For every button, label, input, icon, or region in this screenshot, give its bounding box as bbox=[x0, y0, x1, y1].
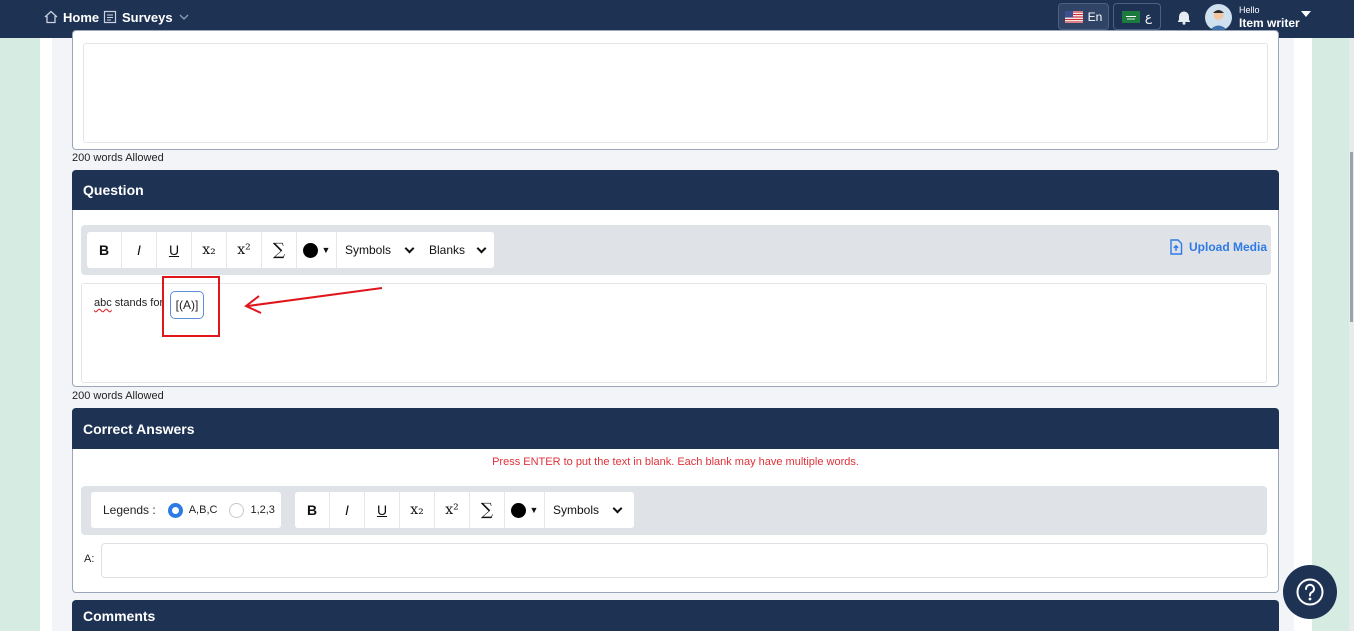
dropdown-triangle-icon: ▼ bbox=[321, 245, 331, 255]
legend-option-123[interactable]: 1,2,3 bbox=[229, 502, 275, 518]
comments-header: Comments bbox=[72, 600, 1279, 631]
language-en-button[interactable]: En bbox=[1058, 3, 1109, 30]
upload-file-icon bbox=[1170, 239, 1183, 255]
nav-home-label: Home bbox=[63, 9, 100, 25]
comments-header-title: Comments bbox=[83, 607, 156, 624]
legends-label: Legends : bbox=[103, 503, 156, 517]
symbols-dropdown[interactable]: Symbols bbox=[337, 232, 421, 268]
radio-unselected-icon[interactable] bbox=[229, 502, 245, 518]
question-header: Question bbox=[72, 170, 1279, 210]
bell-icon[interactable] bbox=[1176, 9, 1192, 25]
language-en-label: En bbox=[1087, 9, 1103, 24]
underline-button[interactable]: U bbox=[365, 492, 400, 528]
color-swatch-icon bbox=[510, 502, 526, 518]
subscript-button[interactable]: x₂ bbox=[192, 232, 227, 268]
user-menu-caret-icon[interactable] bbox=[1301, 11, 1311, 17]
legend-option-abc[interactable]: A,B,C bbox=[167, 502, 218, 518]
language-ar-label: ع bbox=[1144, 9, 1153, 24]
scrollbar[interactable] bbox=[1349, 38, 1354, 631]
radio-selected-icon[interactable] bbox=[167, 502, 183, 518]
sum-symbol-button[interactable]: ∑ bbox=[470, 492, 505, 528]
us-flag-icon bbox=[1064, 10, 1083, 23]
answer-a-input[interactable] bbox=[101, 543, 1268, 578]
upload-media-label: Upload Media bbox=[1189, 240, 1268, 254]
survey-icon bbox=[103, 10, 117, 24]
question-word-limit-note: 200 words Allowed bbox=[72, 390, 164, 402]
nav-surveys[interactable]: Surveys bbox=[103, 0, 194, 34]
nav-home[interactable]: Home bbox=[44, 0, 99, 34]
legend-option-abc-label: A,B,C bbox=[188, 504, 218, 516]
user-avatar-icon bbox=[1209, 10, 1228, 31]
greeting-text: Hello bbox=[1239, 5, 1260, 15]
blanks-dropdown[interactable]: Blanks bbox=[421, 232, 493, 268]
superscript-button[interactable]: x² bbox=[435, 492, 470, 528]
help-question-icon bbox=[1296, 578, 1324, 606]
question-header-title: Question bbox=[83, 182, 144, 198]
text-color-picker[interactable]: ▼ bbox=[505, 492, 545, 528]
answers-formatting-toolbar: B I U x₂ x² ∑ ▼ Symbols bbox=[295, 492, 634, 528]
language-ar-button[interactable]: ع bbox=[1113, 3, 1161, 30]
symbols-dropdown-label: Symbols bbox=[345, 243, 392, 257]
avatar[interactable] bbox=[1205, 4, 1232, 31]
previous-section-box bbox=[72, 30, 1279, 150]
italic-button[interactable]: I bbox=[122, 232, 157, 268]
chevron-down-icon bbox=[404, 243, 415, 253]
legend-option-123-label: 1,2,3 bbox=[250, 504, 275, 516]
superscript-button[interactable]: x² bbox=[227, 232, 262, 268]
chevron-down-icon bbox=[476, 243, 487, 253]
sum-symbol-button[interactable]: ∑ bbox=[262, 232, 297, 268]
question-formatting-toolbar: B I U x₂ x² ∑ ▼ Symbols Blanks bbox=[87, 232, 494, 268]
bold-button[interactable]: B bbox=[295, 492, 330, 528]
symbols-dropdown[interactable]: Symbols bbox=[545, 492, 629, 528]
word-limit-note: 200 words Allowed bbox=[72, 152, 164, 164]
chevron-down-icon bbox=[612, 503, 623, 513]
blank-instruction-text: Press ENTER to put the text in blank. Ea… bbox=[492, 456, 859, 468]
chevron-down-icon bbox=[179, 14, 189, 20]
misspelled-word: abc bbox=[94, 297, 112, 309]
dropdown-triangle-icon: ▼ bbox=[529, 505, 539, 515]
blanks-dropdown-label: Blanks bbox=[429, 243, 466, 257]
answer-a-label: A: bbox=[84, 553, 95, 565]
question-text: abc stands for bbox=[94, 297, 163, 309]
home-icon bbox=[44, 10, 58, 24]
nav-surveys-label: Surveys bbox=[122, 9, 173, 25]
saudi-flag-icon bbox=[1121, 10, 1140, 23]
text-color-picker[interactable]: ▼ bbox=[297, 232, 337, 268]
scrollbar-thumb[interactable] bbox=[1350, 152, 1353, 322]
user-name[interactable]: Item writer bbox=[1239, 16, 1300, 30]
legends-selector: Legends : A,B,C 1,2,3 bbox=[91, 492, 281, 528]
correct-answers-header-title: Correct Answers bbox=[83, 420, 195, 437]
question-text-rest: stands for bbox=[111, 297, 164, 309]
annotation-highlight-box bbox=[162, 276, 220, 337]
subscript-button[interactable]: x₂ bbox=[400, 492, 435, 528]
color-swatch-icon bbox=[302, 242, 318, 258]
annotation-arrow-icon bbox=[244, 287, 383, 314]
upload-media-button[interactable]: Upload Media bbox=[1169, 239, 1267, 255]
italic-button[interactable]: I bbox=[330, 492, 365, 528]
bold-button[interactable]: B bbox=[87, 232, 122, 268]
help-button[interactable] bbox=[1283, 565, 1337, 619]
symbols-dropdown-label: Symbols bbox=[553, 503, 600, 517]
underline-button[interactable]: U bbox=[157, 232, 192, 268]
previous-text-editor[interactable] bbox=[83, 43, 1268, 143]
correct-answers-header: Correct Answers bbox=[72, 408, 1279, 449]
